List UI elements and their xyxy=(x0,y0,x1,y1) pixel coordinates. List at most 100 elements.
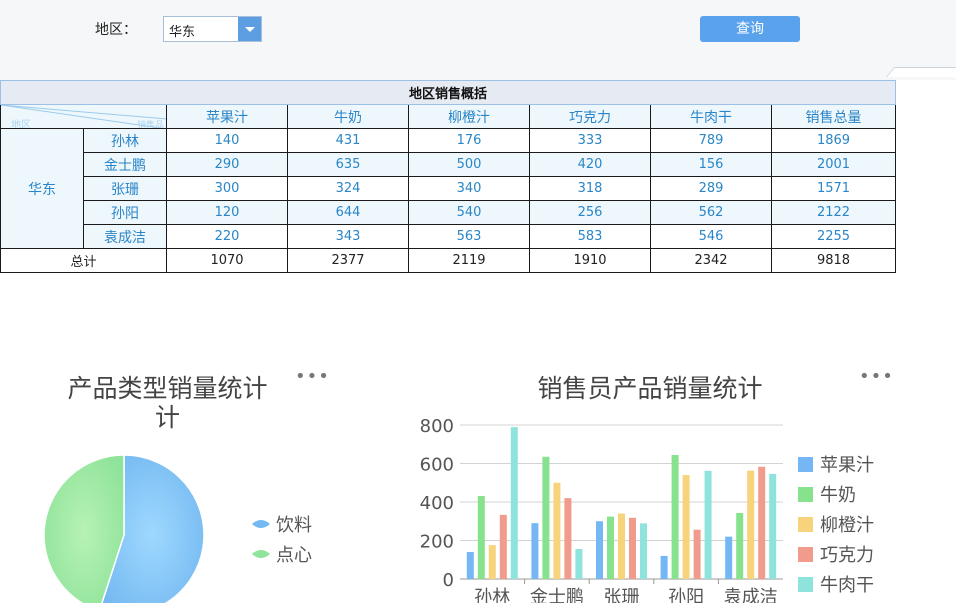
region-select[interactable]: 华东 xyxy=(163,16,262,42)
legend-label[interactable]: 牛奶 xyxy=(820,485,856,506)
bar-chart: 0 200 400 600 800 孙林 金士鹏 张珊 孙阳 袁成洁 苹果汁牛奶柳橙汁巧克力牛肉干 xyxy=(420,416,874,603)
bar[interactable] xyxy=(488,545,496,579)
bar[interactable] xyxy=(704,470,712,579)
bar[interactable] xyxy=(607,516,614,579)
value-cell: 120 xyxy=(166,200,288,225)
table-corner-header: 地区 销售品 xyxy=(0,104,167,129)
value-cell: 290 xyxy=(166,152,288,177)
bar[interactable] xyxy=(629,517,636,579)
bar[interactable] xyxy=(671,455,679,579)
filter-bar: 地区： 华东 查询 xyxy=(0,0,956,80)
value-cell: 333 xyxy=(529,128,651,153)
corner-tab xyxy=(886,67,956,77)
value-cell: 635 xyxy=(287,152,409,177)
query-button[interactable]: 查询 xyxy=(700,16,800,42)
total-cell: 2342 xyxy=(650,248,772,273)
salesperson-cell: 袁成洁 xyxy=(83,224,167,249)
total-label: 总计 xyxy=(0,248,167,273)
legend-label[interactable]: 巧克力 xyxy=(820,545,874,566)
y-tick-label: 200 xyxy=(420,532,454,553)
bar[interactable] xyxy=(466,552,474,579)
value-cell: 220 xyxy=(166,224,288,249)
bar[interactable] xyxy=(553,482,561,579)
column-header: 苹果汁 xyxy=(166,104,288,129)
total-cell: 2119 xyxy=(408,248,530,273)
bar[interactable] xyxy=(769,473,777,579)
region-label: 地区： xyxy=(95,22,137,38)
value-cell: 420 xyxy=(529,152,651,177)
legend-marker xyxy=(798,487,813,502)
value-cell: 546 xyxy=(650,224,772,249)
bar[interactable] xyxy=(747,470,755,579)
total-cell: 1070 xyxy=(166,248,288,273)
value-cell: 789 xyxy=(650,128,772,153)
chevron-down-icon[interactable] xyxy=(238,17,261,41)
table-row: 袁成洁 220 343 563 583 546 2255 xyxy=(1,224,897,249)
value-cell: 2122 xyxy=(770,200,897,225)
salesperson-cell: 张珊 xyxy=(83,176,167,201)
bar[interactable] xyxy=(693,529,701,579)
value-cell: 563 xyxy=(408,224,530,249)
column-header: 牛肉干 xyxy=(650,104,772,129)
bar[interactable] xyxy=(640,523,647,579)
bar[interactable] xyxy=(736,512,744,579)
legend-label[interactable]: 柳橙汁 xyxy=(820,515,874,536)
value-cell: 583 xyxy=(529,224,651,249)
value-cell: 2255 xyxy=(770,224,897,249)
bar[interactable] xyxy=(682,475,690,579)
pie-chart-panel: ••• 产品类型销量统计 计 饮料 点心 xyxy=(0,360,340,603)
y-tick-label: 0 xyxy=(443,570,454,591)
value-cell: 431 xyxy=(287,128,409,153)
bar[interactable] xyxy=(575,548,583,579)
x-tick-label: 孙阳 xyxy=(668,587,704,603)
bar[interactable] xyxy=(725,536,733,579)
bar[interactable] xyxy=(618,513,625,579)
value-cell: 540 xyxy=(408,200,530,225)
x-tick-label: 金士鹏 xyxy=(530,587,584,603)
value-cell: 2001 xyxy=(770,152,897,177)
total-cell: 1910 xyxy=(529,248,651,273)
legend-label[interactable]: 苹果汁 xyxy=(820,455,874,476)
bar[interactable] xyxy=(564,498,572,579)
legend-label[interactable]: 点心 xyxy=(276,545,312,566)
table-row: 华东 孙林 140 431 176 333 789 1869 xyxy=(0,128,897,249)
x-tick-label: 孙林 xyxy=(474,587,510,603)
table-row: 张珊 300 324 340 318 289 1571 xyxy=(1,176,897,201)
corner-label-region: 地区 xyxy=(11,120,31,129)
legend-marker xyxy=(798,547,813,562)
table-row: 孙阳 120 644 540 256 562 2122 xyxy=(1,200,897,225)
value-cell: 562 xyxy=(650,200,772,225)
x-tick-label: 张珊 xyxy=(604,587,640,603)
bar[interactable] xyxy=(542,456,550,579)
region-select-value: 华东 xyxy=(169,25,196,40)
legend-marker xyxy=(798,517,813,532)
bar[interactable] xyxy=(531,523,539,579)
corner-label-product: 销售品 xyxy=(136,121,164,129)
value-cell: 140 xyxy=(166,128,288,153)
value-cell: 343 xyxy=(287,224,409,249)
table-row: 金士鹏 290 635 500 420 156 2001 xyxy=(1,152,897,177)
value-cell: 256 xyxy=(529,200,651,225)
y-tick-label: 800 xyxy=(420,416,454,437)
y-tick-label: 400 xyxy=(420,493,454,514)
value-cell: 644 xyxy=(287,200,409,225)
bar[interactable] xyxy=(758,466,766,579)
column-header: 牛奶 xyxy=(287,104,409,129)
total-cell: 2377 xyxy=(287,248,409,273)
bar[interactable] xyxy=(499,514,507,579)
legend-marker xyxy=(798,577,813,592)
legend-label[interactable]: 牛肉干 xyxy=(820,575,874,596)
bar[interactable] xyxy=(596,521,603,579)
legend-marker xyxy=(798,457,813,472)
legend-label[interactable]: 饮料 xyxy=(276,515,312,536)
value-cell: 318 xyxy=(529,176,651,201)
value-cell: 500 xyxy=(408,152,530,177)
bar[interactable] xyxy=(477,496,485,579)
table-title: 地区销售概括 xyxy=(0,80,897,105)
legend-marker xyxy=(252,520,270,528)
salesperson-cell: 孙林 xyxy=(83,128,167,153)
bar[interactable] xyxy=(660,555,668,579)
value-cell: 340 xyxy=(408,176,530,201)
bar-chart-panel: ••• 销售员产品销量统计 0 200 400 600 800 孙林 金士鹏 张珊 孙阳 袁成洁苹… xyxy=(400,360,956,603)
bar[interactable] xyxy=(510,427,518,579)
